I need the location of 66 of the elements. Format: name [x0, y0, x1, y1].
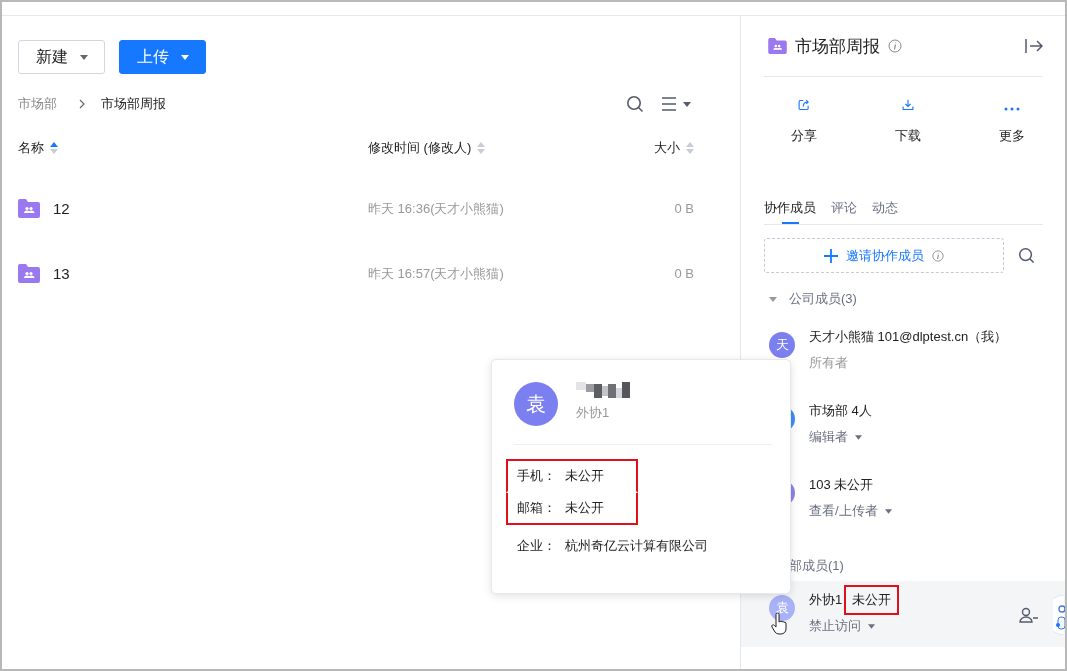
file-name[interactable]: 13: [53, 265, 70, 282]
table-cell-text: 昨天 16:36(天才小熊猫): [368, 199, 505, 218]
caret-icon: [868, 623, 875, 629]
caret-down-icon[interactable]: [769, 295, 777, 303]
info-icon[interactable]: [888, 39, 902, 53]
new-button[interactable]: 新建: [18, 40, 105, 74]
field-label: 邮箱：: [517, 499, 557, 517]
table-cell-text: 0 B: [673, 266, 694, 281]
member-name: 天才小熊猫 101@dlptest.cn（我）: [809, 328, 1008, 346]
breadcrumb-item[interactable]: 市场部: [18, 95, 57, 113]
panel-title: 市场部周报: [795, 35, 880, 58]
more-button[interactable]: 更多: [999, 97, 1025, 147]
file-name[interactable]: 12: [53, 200, 70, 217]
tab[interactable]: 动态: [872, 192, 898, 223]
member-name: 103 未公开: [809, 476, 874, 494]
more-icon: [1004, 107, 1020, 111]
role-dropdown[interactable]: 查看/上传者: [809, 502, 892, 520]
tab[interactable]: 评论: [831, 192, 857, 223]
download-icon: [900, 99, 916, 111]
field-value: 未公开: [565, 499, 604, 517]
search-icon[interactable]: [626, 95, 644, 113]
info-icon: [932, 249, 944, 262]
contact-subtitle: 外协1: [576, 404, 611, 422]
invite-button[interactable]: 邀请协作成员: [764, 238, 1004, 273]
column-header[interactable]: 名称: [18, 139, 368, 157]
member-role: 所有者: [809, 354, 849, 372]
role-dropdown[interactable]: 禁止访问: [809, 617, 900, 635]
field-value: 未公开: [565, 467, 604, 485]
avatar: 天: [769, 332, 795, 358]
upload-button[interactable]: 上传: [119, 40, 206, 74]
avatar: 袁: [769, 595, 795, 621]
share-button[interactable]: 分享: [791, 97, 817, 147]
assistant-mascot-icon[interactable]: [1053, 595, 1065, 635]
caret-icon: [884, 508, 892, 514]
shared-folder-icon: [18, 264, 40, 283]
search-icon[interactable]: [1018, 247, 1035, 264]
caret-icon: [180, 54, 189, 60]
download-button[interactable]: 下载: [895, 97, 921, 147]
field-label: 手机：: [517, 467, 557, 485]
caret-icon: [855, 434, 862, 440]
shared-folder-icon: [18, 199, 40, 218]
field-label: 企业：: [517, 537, 557, 555]
pixelated-name-drawing: [576, 382, 630, 398]
table-cell-text: 昨天 16:57(天才小熊猫): [368, 264, 505, 283]
avatar: 袁: [514, 382, 558, 426]
plus-icon: [824, 248, 838, 263]
table-cell-text: 0 B: [673, 201, 694, 216]
caret-icon: [79, 54, 88, 60]
list-view-icon[interactable]: [662, 97, 692, 111]
field-value: 杭州奇亿云计算有限公司: [565, 537, 708, 555]
member-name: 市场部 4人: [809, 402, 872, 420]
member-row[interactable]: 袁 外协1 未公开 禁止访问: [741, 581, 1065, 647]
chevron-right-icon: [79, 99, 85, 109]
remove-user-icon[interactable]: [1019, 607, 1039, 623]
shared-folder-icon: [768, 38, 787, 54]
share-icon: [796, 99, 812, 111]
collapse-panel-icon[interactable]: [1025, 38, 1043, 54]
column-header[interactable]: 修改时间 (修改人): [368, 139, 618, 157]
breadcrumb-item[interactable]: 市场部周报: [101, 95, 166, 113]
member-tag: 未公开: [844, 585, 900, 615]
member-name: 外协1: [809, 591, 843, 609]
role-dropdown[interactable]: 编辑者: [809, 428, 872, 446]
tab[interactable]: 协作成员: [764, 192, 816, 223]
column-header[interactable]: 大小: [618, 139, 694, 157]
hand-cursor-icon: [771, 613, 787, 635]
group-label[interactable]: 公司成员(3): [789, 290, 857, 308]
